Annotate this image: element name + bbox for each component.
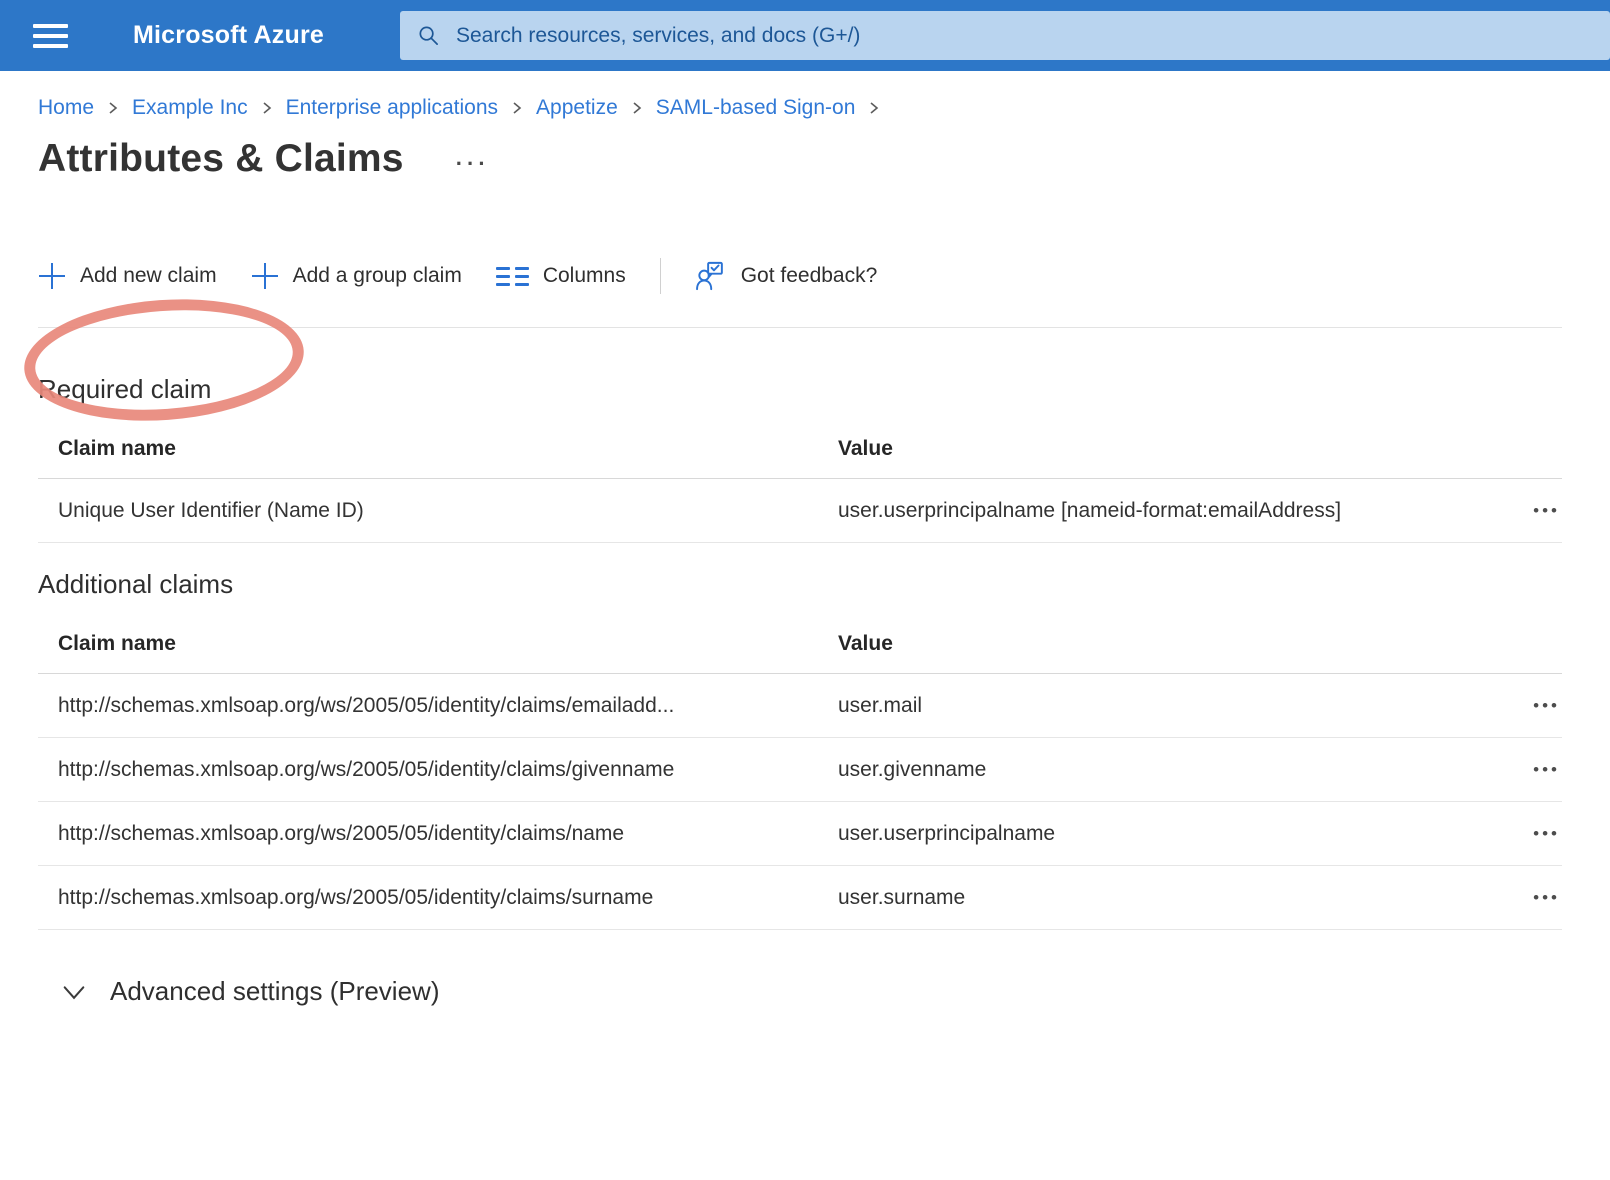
plus-icon (251, 262, 279, 290)
hamburger-menu-icon[interactable] (30, 17, 86, 55)
breadcrumb: Home Example Inc Enterprise applications… (38, 96, 1562, 120)
row-context-menu-icon[interactable]: ••• (1531, 693, 1562, 718)
claim-name-column-header: Claim name (38, 437, 818, 461)
table-header-row: Claim name Value (38, 419, 1562, 479)
required-claim-heading: Required claim (38, 374, 1562, 405)
search-icon (417, 24, 440, 47)
azure-brand-link[interactable]: Microsoft Azure (133, 0, 324, 71)
add-group-claim-button[interactable]: Add a group claim (251, 262, 462, 290)
claim-value-cell: user.userprincipalname (818, 822, 1482, 846)
claim-value-cell: user.mail (818, 694, 1482, 718)
row-context-menu-icon[interactable]: ••• (1531, 498, 1562, 523)
search-input[interactable] (440, 11, 1610, 60)
table-row[interactable]: Unique User Identifier (Name ID) user.us… (38, 479, 1562, 543)
table-row[interactable]: http://schemas.xmlsoap.org/ws/2005/05/id… (38, 866, 1562, 930)
plus-icon (38, 262, 66, 290)
chevron-right-icon (868, 99, 880, 117)
claim-value-cell: user.userprincipalname [nameid-format:em… (818, 499, 1482, 523)
claim-name-cell: http://schemas.xmlsoap.org/ws/2005/05/id… (38, 694, 818, 718)
add-new-claim-label: Add new claim (80, 264, 217, 288)
additional-claims-heading: Additional claims (38, 569, 1562, 600)
value-column-header: Value (818, 437, 1482, 461)
breadcrumb-home[interactable]: Home (38, 96, 94, 120)
got-feedback-label: Got feedback? (741, 264, 878, 288)
claim-name-cell: http://schemas.xmlsoap.org/ws/2005/05/id… (38, 758, 818, 782)
breadcrumb-example-inc[interactable]: Example Inc (132, 96, 248, 120)
columns-label: Columns (543, 264, 626, 288)
advanced-settings-toggle[interactable]: Advanced settings (Preview) (38, 976, 1562, 1007)
got-feedback-button[interactable]: Got feedback? (695, 260, 878, 292)
claim-name-column-header: Claim name (38, 632, 818, 656)
feedback-person-icon (695, 260, 727, 292)
table-header-row: Claim name Value (38, 614, 1562, 674)
claim-name-cell: http://schemas.xmlsoap.org/ws/2005/05/id… (38, 822, 818, 846)
columns-button[interactable]: Columns (496, 264, 626, 288)
main-content: Home Example Inc Enterprise applications… (0, 71, 1610, 1007)
command-bar: Add new claim Add a group claim Columns … (38, 255, 1562, 297)
claim-name-cell: http://schemas.xmlsoap.org/ws/2005/05/id… (38, 886, 818, 910)
row-context-menu-icon[interactable]: ••• (1531, 885, 1562, 910)
chevron-right-icon (511, 99, 523, 117)
toolbar-divider (660, 258, 661, 294)
add-new-claim-button[interactable]: Add new claim (38, 262, 217, 290)
azure-top-bar: Microsoft Azure (0, 0, 1610, 71)
page-more-menu-icon[interactable]: ··· (456, 151, 490, 177)
additional-claims-table: Claim name Value http://schemas.xmlsoap.… (38, 614, 1562, 930)
global-search-box[interactable] (400, 11, 1610, 60)
section-divider (38, 327, 1562, 328)
page-title: Attributes & Claims (38, 137, 404, 181)
breadcrumb-saml-based-sign-on[interactable]: SAML-based Sign-on (656, 96, 856, 120)
row-context-menu-icon[interactable]: ••• (1531, 821, 1562, 846)
chevron-right-icon (261, 99, 273, 117)
row-context-menu-icon[interactable]: ••• (1531, 757, 1562, 782)
table-row[interactable]: http://schemas.xmlsoap.org/ws/2005/05/id… (38, 802, 1562, 866)
value-column-header: Value (818, 632, 1482, 656)
claim-value-cell: user.surname (818, 886, 1482, 910)
add-group-claim-label: Add a group claim (293, 264, 462, 288)
claim-value-cell: user.givenname (818, 758, 1482, 782)
table-row[interactable]: http://schemas.xmlsoap.org/ws/2005/05/id… (38, 674, 1562, 738)
required-claim-table: Claim name Value Unique User Identifier … (38, 419, 1562, 543)
columns-icon (496, 267, 529, 286)
chevron-right-icon (107, 99, 119, 117)
breadcrumb-enterprise-applications[interactable]: Enterprise applications (286, 96, 498, 120)
breadcrumb-appetize[interactable]: Appetize (536, 96, 618, 120)
claim-name-cell: Unique User Identifier (Name ID) (38, 499, 818, 523)
chevron-right-icon (631, 99, 643, 117)
chevron-down-icon (60, 981, 88, 1003)
advanced-settings-label: Advanced settings (Preview) (110, 976, 439, 1007)
table-row[interactable]: http://schemas.xmlsoap.org/ws/2005/05/id… (38, 738, 1562, 802)
